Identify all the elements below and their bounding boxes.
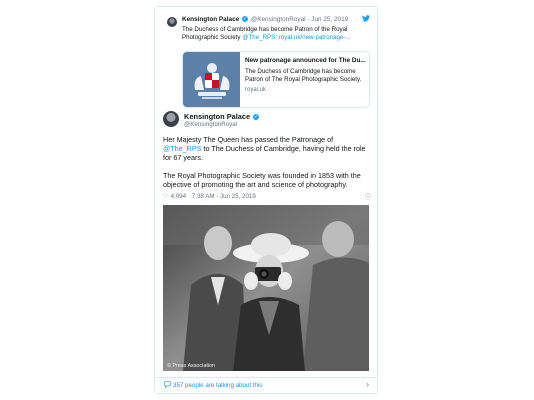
chevron-right-icon[interactable]: › [366,380,369,389]
author-name[interactable]: Kensington Palace ✓ [184,112,260,121]
people-talking-link[interactable]: 357 people are talking about this [173,382,262,389]
tweet-embed-card: Kensington Palace ✓ @KensingtonRoyal · J… [154,6,378,394]
author-handle[interactable]: @KensingtonRoyal [184,121,237,128]
link-card-description: The Duchess of Cambridge has become Patr… [245,68,362,83]
mention-link[interactable]: @The_RPS [242,34,275,41]
tweet-photo[interactable]: © Press Association [163,205,369,371]
tweet-date[interactable]: · Jun 25, 2019 [307,16,348,23]
mention-link[interactable]: @The_RPS [163,144,201,153]
avatar[interactable] [163,111,179,127]
comment-bubble-icon [164,381,171,390]
tweet-paragraph: The Royal Photographic Society was found… [163,170,361,189]
quoted-tweet[interactable]: Kensington Palace ✓ @KensingtonRoyal · J… [162,13,372,108]
twitter-bird-icon[interactable] [362,15,370,24]
royal-coat-of-arms-image [183,52,240,107]
tweet-meta: ♡ 4,094 7:38 AM - Jun 25, 2019 ⓘ [163,192,371,201]
paragraph-text: Her Majesty The Queen has passed the Pat… [163,135,334,144]
photo-credit: © Press Association [167,363,216,369]
tweet-timestamp[interactable]: 7:38 AM - Jun 25, 2019 [192,193,256,200]
link-preview-card[interactable]: New patronage announced for The Du... Th… [182,51,370,108]
quoted-tweet-text: The Duchess of Cambridge has become Patr… [182,26,370,42]
info-icon[interactable]: ⓘ [365,192,371,201]
author-name-text: Kensington Palace [184,112,251,121]
tweet-text: Her Majesty The Queen has passed the Pat… [163,135,373,197]
conversation-footer[interactable]: 357 people are talking about this › [155,377,377,393]
verified-icon: ✓ [253,114,260,121]
avatar[interactable] [167,17,177,27]
heart-icon[interactable]: ♡ [163,193,169,200]
author-name[interactable]: Kensington Palace [182,16,239,23]
link-card-body: New patronage announced for The Du... Th… [245,57,367,93]
link-card-title: New patronage announced for The Du... [245,57,366,64]
quoted-tweet-header: Kensington Palace ✓ @KensingtonRoyal · J… [182,16,348,23]
author-handle[interactable]: @KensingtonRoyal [251,16,306,23]
link-card-domain: royal.uk [245,87,267,93]
url-link[interactable]: : royal.uk/new-patronage-... [275,34,350,41]
tweet-paragraph: Her Majesty The Queen has passed the Pat… [163,135,373,163]
like-count[interactable]: 4,094 [171,193,186,200]
verified-icon: ✓ [241,16,248,23]
